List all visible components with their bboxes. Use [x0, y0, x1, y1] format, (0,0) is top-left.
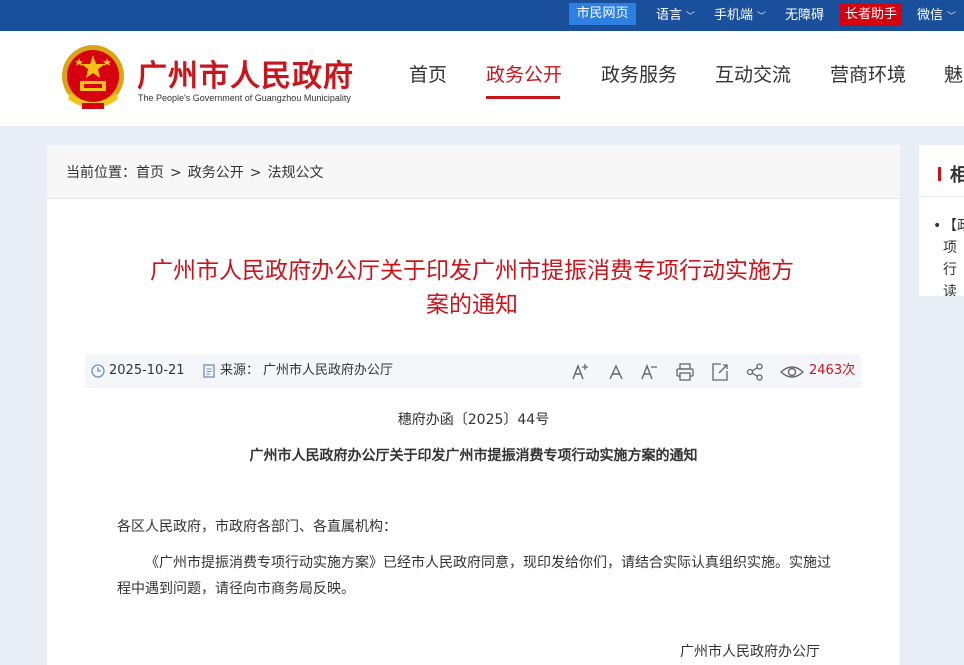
- nav-item-services[interactable]: 政务服务: [601, 60, 677, 87]
- share-out-icon[interactable]: [710, 362, 730, 382]
- breadcrumb-separator: >: [170, 165, 182, 181]
- document-number: 穗府办函〔2025〕44号: [397, 412, 550, 428]
- top-utility-bar: 市民网页 语言 ﹀ 手机端 ﹀ 无障碍 长者助手 微信 ﹀: [0, 0, 964, 31]
- font-reset-icon[interactable]: [606, 362, 626, 382]
- site-header: 广州市人民政府 The People's Government of Guang…: [0, 31, 964, 126]
- language-menu[interactable]: 语言 ﹀: [656, 0, 695, 31]
- font-decrease-icon[interactable]: [639, 362, 659, 382]
- publish-date: 2025-10-21: [109, 363, 185, 378]
- sidebar-divider: [919, 196, 964, 197]
- body-paragraph: 《广州市提振消费专项行动实施方案》已经市人民政府同意，现印发给你们，请结合实际认…: [117, 555, 831, 597]
- nav-item-charm[interactable]: 魅: [944, 60, 963, 87]
- source-label: 来源：: [220, 363, 260, 378]
- sidebar-heading-marker: [938, 167, 941, 181]
- chevron-down-icon: ﹀: [947, 12, 957, 22]
- eye-icon: [780, 366, 804, 378]
- clock-icon: [91, 364, 105, 378]
- accessibility-link[interactable]: 无障碍: [785, 0, 824, 31]
- nav-item-interaction[interactable]: 互动交流: [715, 60, 791, 87]
- sidebar-heading: 相: [950, 165, 964, 186]
- view-count-number: 2463: [809, 363, 843, 378]
- sidebar-related-link-text: 【政项行读: [943, 218, 964, 296]
- mobile-menu[interactable]: 手机端 ﹀: [714, 0, 766, 31]
- citizen-web-link[interactable]: 市民网页: [569, 3, 636, 25]
- nav-item-business-environment[interactable]: 营商环境: [830, 60, 906, 87]
- view-count: 2463次: [809, 354, 855, 388]
- related-sidebar: 相 • 【政项行读: [919, 145, 964, 296]
- salutation: 各区人民政府，市政府各部门、各直属机构：: [117, 519, 397, 535]
- national-emblem-icon[interactable]: [60, 43, 126, 115]
- article-panel: 当前位置：首页 > 政务公开 > 法规公文 广州市人民政府办公厅关于印发广州市提振消费专…: [47, 145, 900, 665]
- chevron-down-icon: ﹀: [686, 12, 696, 22]
- site-title[interactable]: 广州市人民政府: [137, 51, 354, 95]
- wechat-menu[interactable]: 微信 ﹀: [917, 0, 956, 31]
- elder-assistant-button[interactable]: 长者助手: [840, 4, 902, 26]
- breadcrumb: 当前位置：首页 > 政务公开 > 法规公文: [66, 162, 323, 182]
- source-value: 广州市人民政府办公厅: [263, 363, 394, 378]
- active-nav-underline: [486, 96, 560, 99]
- nav-item-home[interactable]: 首页: [409, 60, 447, 87]
- print-icon[interactable]: [675, 362, 695, 382]
- document-icon: [203, 364, 215, 378]
- breadcrumb-home[interactable]: 首页: [136, 162, 164, 182]
- chevron-down-icon: ﹀: [757, 12, 767, 22]
- language-label: 语言: [656, 8, 683, 23]
- view-count-unit: 次: [842, 363, 856, 378]
- wechat-label: 微信: [917, 8, 944, 23]
- breadcrumb-separator: >: [249, 165, 262, 181]
- signature: 广州市人民政府办公厅: [680, 644, 820, 660]
- breadcrumb-prefix: 当前位置：: [66, 165, 136, 181]
- article-title: 广州市人民政府办公厅关于印发广州市提振消费专项行动实施方案的通知: [150, 258, 794, 318]
- site-subtitle: The People's Government of Guangzhou Mun…: [138, 93, 351, 103]
- article-meta-bar: 2025-10-21 来源： 广州市人民政府办公厅 2463次: [85, 354, 861, 388]
- mobile-label: 手机端: [714, 8, 754, 23]
- share-icon[interactable]: [745, 362, 765, 382]
- breadcrumb-bar: 当前位置：首页 > 政务公开 > 法规公文: [47, 145, 900, 199]
- font-increase-icon[interactable]: [570, 362, 590, 382]
- document-heading: 广州市人民政府办公厅关于印发广州市提振消费专项行动实施方案的通知: [249, 448, 698, 464]
- nav-item-government-affairs[interactable]: 政务公开: [486, 60, 562, 87]
- breadcrumb-government-affairs[interactable]: 政务公开: [188, 162, 244, 182]
- breadcrumb-regulations[interactable]: 法规公文: [267, 162, 323, 182]
